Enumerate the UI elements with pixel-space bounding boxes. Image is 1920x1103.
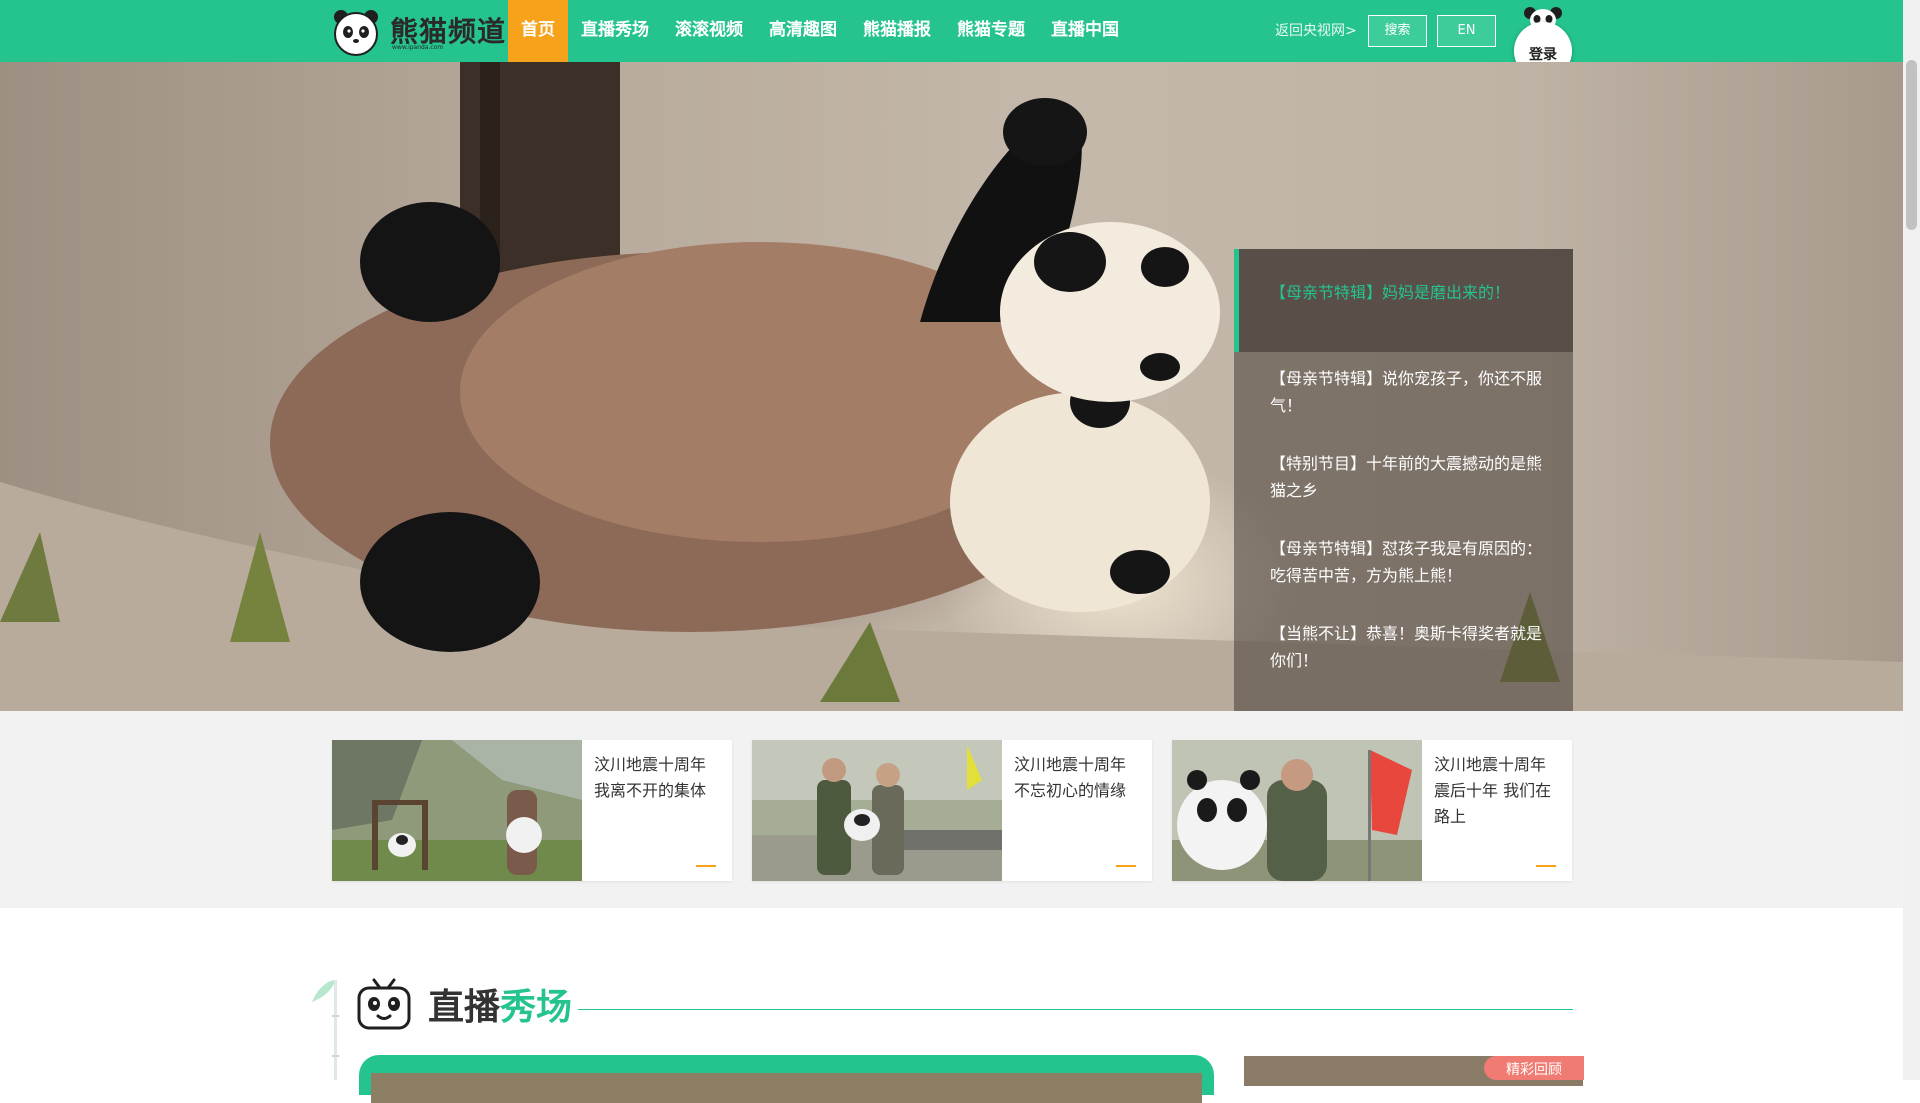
nav-item-live-china[interactable]: 直播中国 bbox=[1038, 0, 1132, 62]
news-item[interactable]: 【母亲节特辑】说你宠孩子，你还不服气！ bbox=[1234, 365, 1573, 419]
logo-url: www.ipanda.com bbox=[392, 44, 444, 51]
tv-panda-icon bbox=[357, 978, 411, 1030]
bamboo-decoration-icon bbox=[312, 980, 339, 1080]
nav-item-panda-videos[interactable]: 滚滚视频 bbox=[662, 0, 756, 62]
site-logo[interactable]: 熊猫频道 www.ipanda.com bbox=[332, 6, 505, 58]
nav-item-panda-news[interactable]: 熊猫播报 bbox=[850, 0, 944, 62]
hero-panda-image bbox=[0, 62, 1903, 711]
news-item[interactable]: 【母亲节特辑】妈妈是磨出来的！ bbox=[1234, 249, 1573, 352]
featured-card[interactable]: 汶川地震十周年 我离不开的集体 bbox=[332, 740, 732, 881]
live-player-frame[interactable] bbox=[359, 1055, 1214, 1103]
nav-item-home[interactable]: 首页 bbox=[508, 0, 568, 62]
back-to-cctv-link[interactable]: 返回央视网> bbox=[1275, 20, 1357, 40]
featured-card[interactable]: 汶川地震十周年 震后十年 我们在路上 bbox=[1172, 740, 1572, 881]
featured-card-title: 汶川地震十周年 我离不开的集体 bbox=[594, 755, 707, 800]
featured-card[interactable]: 汶川地震十周年 不忘初心的情缘 bbox=[752, 740, 1152, 881]
language-en-button[interactable]: EN bbox=[1437, 15, 1496, 47]
panda-logo-icon bbox=[334, 10, 378, 56]
replay-tag[interactable]: 精彩回顾 bbox=[1484, 1056, 1584, 1080]
card-accent-dash bbox=[1116, 865, 1136, 867]
nav-item-live-show[interactable]: 直播秀场 bbox=[568, 0, 662, 62]
hero-carousel[interactable]: 【母亲节特辑】妈妈是磨出来的！ 【母亲节特辑】说你宠孩子，你还不服气！ 【特别节… bbox=[0, 62, 1903, 711]
nav-item-panda-topics[interactable]: 熊猫专题 bbox=[944, 0, 1038, 62]
live-player-screen[interactable] bbox=[371, 1073, 1202, 1103]
featured-card-image bbox=[752, 740, 1002, 881]
news-item[interactable]: 【当熊不让】恭喜！奥斯卡得奖者就是你们！ bbox=[1234, 620, 1573, 674]
section-title-part2: 秀场 bbox=[500, 987, 573, 1028]
section-title-part1: 直播 bbox=[428, 987, 501, 1028]
hero-news-list: 【母亲节特辑】妈妈是磨出来的！ 【母亲节特辑】说你宠孩子，你还不服气！ 【特别节… bbox=[1234, 249, 1573, 711]
section-divider bbox=[578, 1009, 1573, 1010]
main-nav: 首页 直播秀场 滚滚视频 高清趣图 熊猫播报 熊猫专题 直播中国 bbox=[508, 0, 1132, 62]
news-item[interactable]: 【特别节目】十年前的大震撼动的是熊猫之乡 bbox=[1234, 450, 1573, 504]
featured-card-image bbox=[1172, 740, 1422, 881]
top-navigation-bar: 熊猫频道 www.ipanda.com 首页 直播秀场 滚滚视频 高清趣图 熊猫… bbox=[0, 0, 1903, 80]
card-accent-dash bbox=[696, 865, 716, 867]
featured-card-title: 汶川地震十周年 不忘初心的情缘 bbox=[1014, 755, 1127, 800]
news-item[interactable]: 【母亲节特辑】怼孩子我是有原因的：吃得苦中苦，方为熊上熊！ bbox=[1234, 535, 1573, 589]
nav-item-hd-photos[interactable]: 高清趣图 bbox=[756, 0, 850, 62]
scrollbar-thumb[interactable] bbox=[1906, 60, 1917, 230]
page-scrollbar[interactable] bbox=[1903, 0, 1920, 1080]
featured-card-image bbox=[332, 740, 582, 881]
search-button[interactable]: 搜索 bbox=[1368, 15, 1427, 47]
featured-card-title: 汶川地震十周年 震后十年 我们在路上 bbox=[1434, 755, 1552, 826]
card-accent-dash bbox=[1536, 865, 1556, 867]
featured-strip: 汶川地震十周年 我离不开的集体 汶川地震十周年 不忘初心的情缘 汶川地震十周年 … bbox=[0, 711, 1903, 908]
section-title-live-show: 直播秀场 bbox=[428, 978, 572, 1030]
